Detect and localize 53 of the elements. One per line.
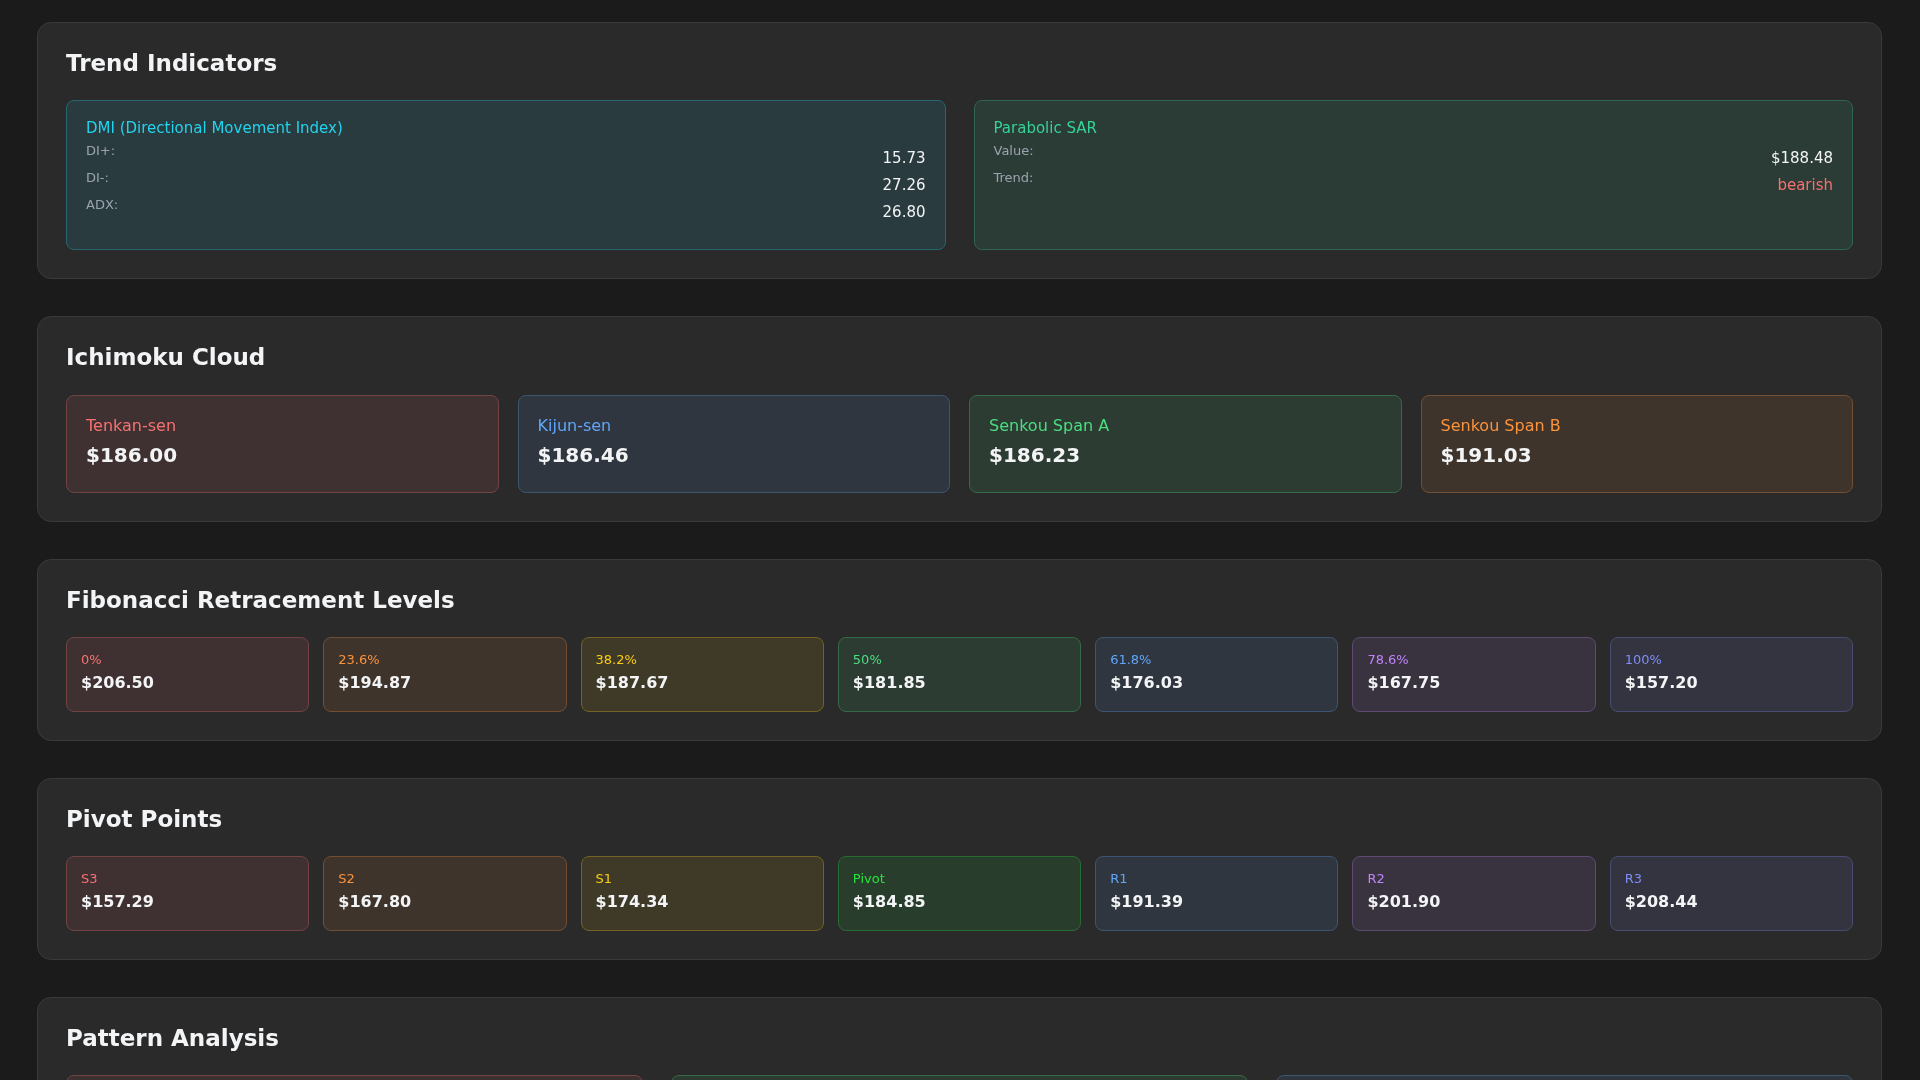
indicator-label: Trend: [993,170,1034,188]
line-value: $186.46 [537,442,630,467]
level-value: $194.87 [338,672,413,692]
line-label: Tenkan-sen [86,415,178,435]
indicator-label: ADX: [86,197,119,215]
indicator-value: bearish [1777,175,1833,197]
indicator-value: 26.80 [882,202,926,224]
indicator-value: 27.26 [882,175,926,197]
level-label: 100% [1624,651,1663,667]
level-label: S2 [338,871,356,887]
level-label: S1 [595,871,614,887]
level-value: $187.67 [595,672,670,692]
level-value: $174.34 [595,892,670,912]
section-title: Fibonacci Retracement Levels [66,587,456,613]
indicator-label: DI+: [86,143,116,161]
level-label: 50% [852,651,883,667]
level-value: $191.39 [1110,892,1184,912]
level-label: 38.2% [595,651,638,667]
line-label: Senkou Span B [1440,415,1562,435]
indicator-label: Value: [993,143,1034,161]
level-value: $206.50 [81,672,155,692]
level-label: 23.6% [338,651,381,667]
level-value: $176.03 [1110,672,1184,692]
line-value: $186.00 [86,442,179,467]
indicator-title: Parabolic SAR [993,119,1098,138]
level-value: $167.75 [1367,672,1442,692]
indicator-value: 15.73 [882,148,926,170]
level-value: $157.20 [1624,672,1699,692]
indicator-value: $188.48 [1770,148,1833,170]
line-label: Senkou Span A [989,415,1111,435]
level-label: R1 [1110,871,1129,887]
level-label: S3 [81,871,99,887]
level-label: R3 [1624,871,1643,887]
level-value: $157.29 [81,892,155,912]
level-value: $208.44 [1624,892,1699,912]
level-label: Pivot [852,871,886,887]
line-value: $186.23 [989,442,1082,467]
level-label: 0% [81,651,103,667]
indicator-title: DMI (Directional Movement Index) [86,119,344,138]
line-label: Kijun-sen [537,415,613,435]
level-label: R2 [1367,871,1386,887]
level-value: $181.85 [852,672,927,692]
section-title: Pivot Points [66,806,224,833]
level-value: $167.80 [338,892,413,912]
section-title: Pattern Analysis [66,1026,280,1052]
section-title: Ichimoku Cloud [66,345,267,371]
level-value: $201.90 [1367,892,1442,912]
indicator-label: DI-: [86,170,109,188]
line-value: $191.03 [1440,442,1533,467]
level-label: 78.6% [1367,651,1410,667]
section-title: Trend Indicators [66,51,279,77]
level-value: $184.85 [852,892,927,912]
level-label: 61.8% [1110,651,1153,667]
